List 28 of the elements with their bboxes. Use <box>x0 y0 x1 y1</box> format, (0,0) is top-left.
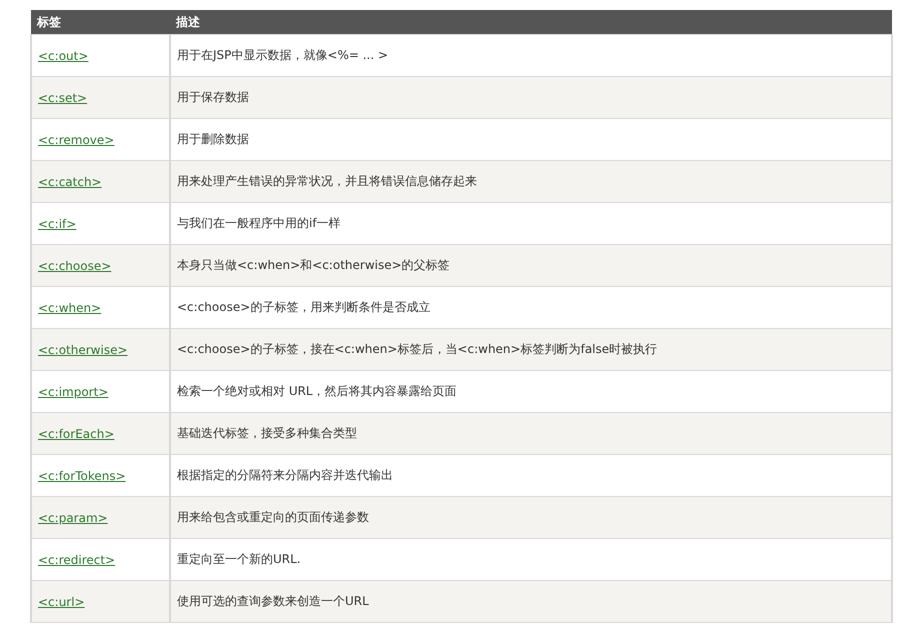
tag-link[interactable]: <c:redirect> <box>38 552 116 566</box>
tag-link[interactable]: <c:when> <box>38 300 102 314</box>
table-cell: 用于删除数据 <box>170 118 892 160</box>
tag-link[interactable]: <c:choose> <box>38 258 112 272</box>
table-cell: 与我们在一般程序中用的if一样 <box>170 202 892 244</box>
tag-link[interactable]: <c:set> <box>38 90 88 104</box>
tag-link[interactable]: <c:if> <box>38 216 76 230</box>
table-cell: 基础迭代标签，接受多种集合类型 <box>170 412 892 454</box>
tag-link[interactable]: <c:import> <box>38 384 108 398</box>
table-cell: 用于在JSP中显示数据，就像<%= ... > <box>170 34 892 76</box>
table-cell: 本身只当做<c:when>和<c:otherwise>的父标签 <box>170 244 892 286</box>
tag-link[interactable]: <c:out> <box>38 48 88 62</box>
table-cell: 用来处理产生错误的异常状况，并且将错误信息储存起来 <box>170 160 892 202</box>
tag-link[interactable]: <c:forEach> <box>38 426 114 440</box>
tag-link[interactable]: <c:url> <box>38 594 85 608</box>
column-header: 描述 <box>170 10 892 34</box>
column-header: 标签 <box>31 10 170 34</box>
table-cell: 用于保存数据 <box>170 76 892 118</box>
tag-link[interactable]: <c:catch> <box>38 174 102 188</box>
table-cell: 使用可选的查询参数来创造一个URL <box>170 580 892 622</box>
table-cell: 用来给包含或重定向的页面传递参数 <box>170 496 892 538</box>
table-cell: 根据指定的分隔符来分隔内容并迭代输出 <box>170 454 892 496</box>
table-cell: <c:choose>的子标签，用来判断条件是否成立 <box>170 286 892 328</box>
table-cell: 重定向至一个新的URL. <box>170 538 892 580</box>
table-cell: <c:choose>的子标签，接在<c:when>标签后，当<c:when>标签判断为false时被执行 <box>170 328 892 370</box>
tag-link[interactable]: <c:remove> <box>38 132 114 146</box>
table-cell: 检索一个绝对或相对 URL，然后将其内容暴露给页面 <box>170 370 892 412</box>
tag-link[interactable]: <c:param> <box>38 510 108 524</box>
